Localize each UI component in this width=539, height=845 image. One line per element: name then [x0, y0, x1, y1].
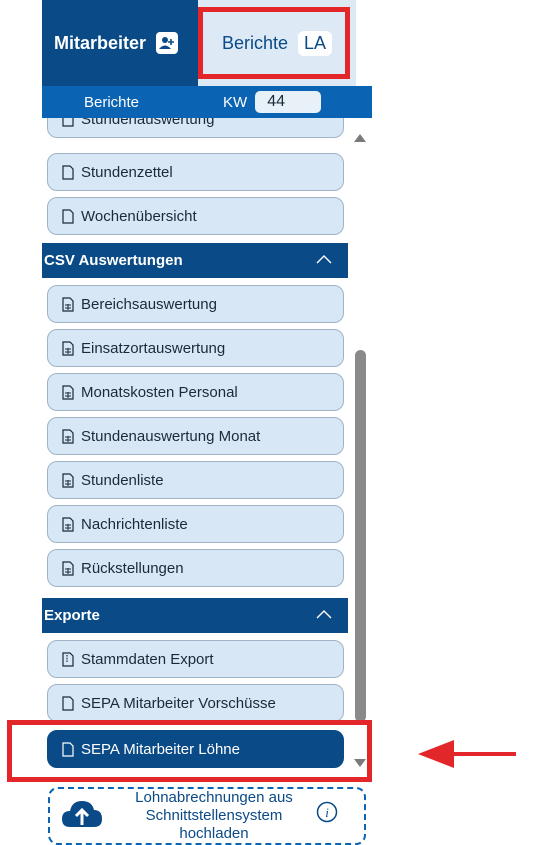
html-file-icon [61, 118, 75, 127]
report-item-wochenuebersicht[interactable]: Wochenübersicht [47, 197, 344, 235]
highlight-box-sepa-loehne [7, 720, 372, 782]
csv-file-icon [61, 516, 75, 532]
csv-file-icon [61, 384, 75, 400]
section-title: CSV Auswertungen [44, 252, 183, 269]
report-item-label: SEPA Mitarbeiter Vorschüsse [81, 694, 276, 712]
section-csv-auswertungen[interactable]: CSV Auswertungen [42, 243, 348, 278]
tab-mitarbeiter[interactable]: Mitarbeiter [42, 0, 198, 86]
report-item-label: Stundenliste [81, 471, 164, 489]
berichte-subheader: Berichte KW 44 [42, 86, 372, 118]
report-item-label: Bereichsauswertung [81, 295, 217, 313]
report-item-label: Wochenübersicht [81, 207, 197, 225]
upload-text-line2: Schnittstellensystem [145, 807, 283, 824]
zip-file-icon [61, 651, 75, 667]
subheader-title: Berichte [84, 93, 140, 111]
report-item-stundenliste[interactable]: Stundenliste [47, 461, 344, 499]
report-item-rueckstellungen[interactable]: Rückstellungen [47, 549, 344, 587]
report-item-stundenzettel[interactable]: Stundenzettel [47, 153, 344, 191]
section-exporte[interactable]: Exporte [42, 598, 348, 633]
csv-file-icon [61, 428, 75, 444]
scrollbar-thumb[interactable] [355, 350, 366, 722]
html-file-icon [61, 208, 75, 224]
scroll-up-arrow-icon[interactable] [354, 130, 366, 148]
kw-label: KW [223, 93, 248, 111]
add-user-icon[interactable] [156, 32, 179, 54]
xml-file-icon [61, 695, 75, 711]
report-item-bereichsauswertung[interactable]: Bereichsauswertung [47, 285, 344, 323]
tab-mitarbeiter-label: Mitarbeiter [54, 32, 147, 53]
info-icon[interactable]: i [316, 801, 338, 828]
report-item-monatskosten-personal[interactable]: Monatskosten Personal [47, 373, 344, 411]
report-item-label: Stundenauswertung Monat [81, 427, 261, 445]
chevron-up-icon[interactable] [314, 604, 334, 628]
report-item-stundenauswertung[interactable]: Stundenauswertung [47, 118, 344, 138]
report-item-label: Monatskosten Personal [81, 383, 238, 401]
report-item-label: Einsatzortauswertung [81, 339, 226, 357]
report-item-label: Stammdaten Export [81, 650, 214, 668]
upload-lohnabrechnungen-button[interactable]: Lohnabrechnungen aus Schnittstellensyste… [48, 787, 366, 845]
report-item-label: Stundenzettel [81, 163, 173, 181]
upload-text-line3: hochladen [179, 825, 249, 842]
csv-file-icon [61, 560, 75, 576]
csv-file-icon [61, 340, 75, 356]
csv-file-icon [61, 472, 75, 488]
report-item-nachrichtenliste[interactable]: Nachrichtenliste [47, 505, 344, 543]
report-item-stundenauswertung-monat[interactable]: Stundenauswertung Monat [47, 417, 344, 455]
chevron-up-icon[interactable] [314, 249, 334, 273]
report-item-einsatzortauswertung[interactable]: Einsatzortauswertung [47, 329, 344, 367]
report-list: Stundenauswertung Stundenzettel Wochenüb… [42, 118, 348, 788]
report-item-label: Nachrichtenliste [81, 515, 188, 533]
cloud-upload-icon [60, 795, 104, 840]
kw-input[interactable]: 44 [255, 91, 322, 113]
svg-text:i: i [325, 805, 329, 820]
report-item-stammdaten-export[interactable]: Stammdaten Export [47, 640, 344, 678]
section-title: Exporte [44, 607, 100, 624]
report-item-label: Rückstellungen [81, 559, 184, 577]
arrow-left-icon [418, 738, 518, 775]
report-item-sepa-vorschuesse[interactable]: SEPA Mitarbeiter Vorschüsse [47, 684, 344, 722]
highlight-box-berichte [198, 7, 350, 79]
html-file-icon [61, 164, 75, 180]
csv-file-icon [61, 296, 75, 312]
report-item-label: Stundenauswertung [81, 118, 215, 128]
upload-text-line1: Lohnabrechnungen aus [135, 789, 293, 806]
